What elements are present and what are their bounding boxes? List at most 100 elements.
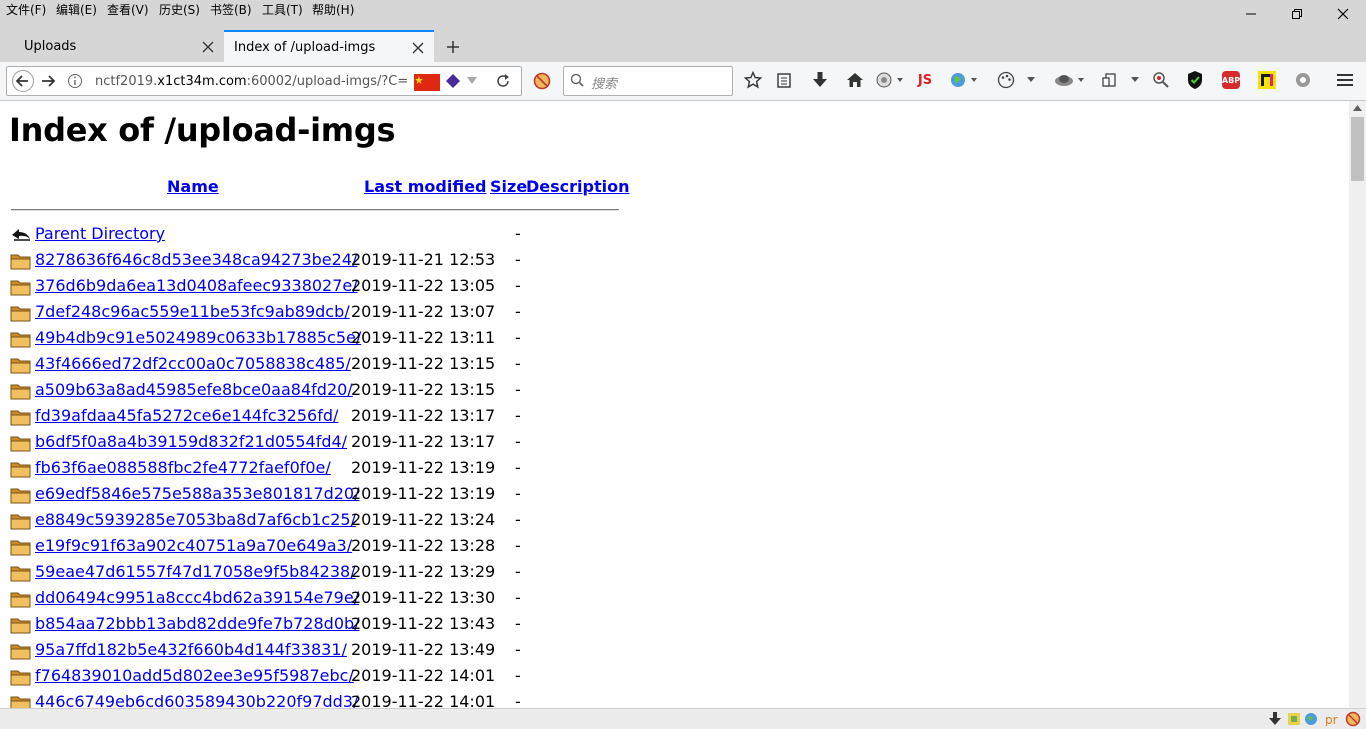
noscript-icon[interactable] xyxy=(533,72,551,90)
directory-row: f764839010add5d802ee3e95f5987ebc/2019-11… xyxy=(0,663,640,689)
menu-file[interactable]: 文件(F) xyxy=(6,3,46,17)
new-tab-icon[interactable] xyxy=(445,39,461,55)
folder-link[interactable]: b854aa72bbb13abd82dde9fe7b728d0b/ xyxy=(35,614,360,633)
pi-ext-button[interactable] xyxy=(1254,68,1280,92)
column-name-link[interactable]: Name xyxy=(167,177,219,196)
menu-edit[interactable]: 编辑(E) xyxy=(56,3,97,17)
vertical-scrollbar[interactable] xyxy=(1349,101,1366,708)
folder-link[interactable]: 95a7ffd182b5e432f660b4d144f33831/ xyxy=(35,640,347,659)
addon-status-icon[interactable] xyxy=(1288,713,1300,725)
folder-link[interactable]: dd06494c9951a8ccc4bd62a39154e79e/ xyxy=(35,588,359,607)
forward-icon[interactable] xyxy=(39,71,59,91)
folder-link[interactable]: fd39afdaa45fa5272ce6e144fc3256fd/ xyxy=(35,406,338,425)
url-dropdown-icon[interactable] xyxy=(467,77,477,85)
column-last-modified-link[interactable]: Last modified xyxy=(364,177,487,196)
noscript-status-icon[interactable] xyxy=(1345,711,1361,727)
tab-label: Index of /upload-imgs xyxy=(234,40,376,55)
directory-row: 59eae47d61557f47d17058e9f5b84238/2019-11… xyxy=(0,559,640,585)
reload-icon[interactable] xyxy=(495,73,511,89)
url-rest: :60002/upload-imgs/?C= xyxy=(246,74,409,89)
folder-link[interactable]: e69edf5846e575e588a353e801817d20/ xyxy=(35,484,360,503)
reading-list-button[interactable] xyxy=(771,68,797,92)
search-box[interactable]: 搜索 xyxy=(563,66,733,96)
scroll-up-icon[interactable] xyxy=(1353,105,1362,111)
scrollbar-thumb[interactable] xyxy=(1351,117,1364,181)
directory-row: b6df5f0a8a4b39159d832f21d0554fd4/2019-11… xyxy=(0,429,640,455)
directory-row: e69edf5846e575e588a353e801817d20/2019-11… xyxy=(0,481,640,507)
page-action-button[interactable] xyxy=(1097,68,1123,92)
adblock-button[interactable]: ABP xyxy=(1218,68,1244,92)
folder-link[interactable]: 376d6b9da6ea13d0408afeec9338027e/ xyxy=(35,276,358,295)
page-title: Index of /upload-imgs xyxy=(9,111,396,149)
menu-view[interactable]: 查看(V) xyxy=(107,3,149,17)
palette-dropdown[interactable] xyxy=(1021,68,1041,92)
folder-link[interactable]: 59eae47d61557f47d17058e9f5b84238/ xyxy=(35,562,356,581)
tab-close-icon[interactable] xyxy=(411,41,425,55)
home-button[interactable] xyxy=(842,68,868,92)
page-action-dropdown[interactable] xyxy=(1125,68,1145,92)
download-status-icon[interactable] xyxy=(1268,712,1282,726)
folder-link[interactable]: 446c6749eb6cd603589430b220f97dd3/ xyxy=(35,692,358,708)
size-cell: - xyxy=(515,224,521,243)
url-bar[interactable]: nctf2019.x1ct34m.com:60002/upload-imgs/?… xyxy=(6,66,522,96)
shield-ext-button[interactable] xyxy=(1182,68,1208,92)
folder-link[interactable]: a509b63a8ad45985efe8bce0aa84fd20/ xyxy=(35,380,353,399)
folder-link[interactable]: fb63f6ae088588fbc2fe4772faef0f0e/ xyxy=(35,458,331,477)
column-size-link[interactable]: Size xyxy=(490,177,527,196)
folder-link[interactable]: 8278636f646c8d53ee348ca94273be24/ xyxy=(35,250,357,269)
last-modified-cell: 2019-11-22 13:24 xyxy=(351,510,496,529)
nav-bar: nctf2019.x1ct34m.com:60002/upload-imgs/?… xyxy=(0,62,1366,101)
folder-link[interactable]: f764839010add5d802ee3e95f5987ebc/ xyxy=(35,666,354,685)
menu-tools[interactable]: 工具(T) xyxy=(262,3,303,17)
last-modified-cell: 2019-11-22 13:19 xyxy=(351,484,496,503)
settings-ext-button[interactable] xyxy=(1290,68,1316,92)
directory-row: e19f9c91f63a902c40751a9a70e649a3/2019-11… xyxy=(0,533,640,559)
pi-icon xyxy=(1258,71,1276,89)
js-toggle-button[interactable]: JS xyxy=(911,68,939,92)
info-icon[interactable] xyxy=(67,73,83,89)
menu-help[interactable]: 帮助(H) xyxy=(312,3,354,17)
directory-row: 49b4db9c91e5024989c0633b17885c5e/2019-11… xyxy=(0,325,640,351)
bookmark-star-button[interactable] xyxy=(740,68,766,92)
ext-menu-button[interactable] xyxy=(1050,68,1088,92)
folder-link[interactable]: 7def248c96ac559e11be53fc9ab89dcb/ xyxy=(35,302,350,321)
folder-link[interactable]: 43f4666ed72df2cc00a0c7058838c485/ xyxy=(35,354,351,373)
folder-icon xyxy=(10,618,31,634)
page-icon xyxy=(1102,73,1116,87)
size-cell: - xyxy=(515,432,521,451)
pr-status-icon[interactable]: pr xyxy=(1324,712,1340,726)
hamburger-menu-button[interactable] xyxy=(1332,68,1358,92)
menu-bookmarks[interactable]: 书签(B) xyxy=(210,3,252,17)
directory-row: fb63f6ae088588fbc2fe4772faef0f0e/2019-11… xyxy=(0,455,640,481)
chevron-down-icon xyxy=(1027,77,1035,82)
last-modified-cell: 2019-11-22 13:29 xyxy=(351,562,496,581)
parent-directory-link[interactable]: Parent Directory xyxy=(35,224,165,243)
menu-history[interactable]: 历史(S) xyxy=(159,3,200,17)
last-modified-cell: 2019-11-22 13:17 xyxy=(351,406,496,425)
tab-close-icon[interactable] xyxy=(201,40,215,54)
folder-link[interactable]: e8849c5939285e7053ba8d7af6cb1c25/ xyxy=(35,510,356,529)
globe-status-icon[interactable] xyxy=(1304,712,1318,726)
back-icon[interactable] xyxy=(11,70,35,92)
tab-uploads[interactable]: Uploads xyxy=(0,32,224,62)
size-cell: - xyxy=(515,302,521,321)
extension-diamond-icon[interactable] xyxy=(445,73,461,89)
proxy-globe-icon xyxy=(951,73,977,87)
folder-icon xyxy=(10,306,31,322)
downloads-button[interactable] xyxy=(807,68,833,92)
proxy-menu-button[interactable] xyxy=(947,68,981,92)
folder-link[interactable]: e19f9c91f63a902c40751a9a70e649a3/ xyxy=(35,536,352,555)
url-host: x1ct34m.com xyxy=(157,74,247,89)
column-description-link[interactable]: Description xyxy=(526,177,629,196)
folder-link[interactable]: 49b4db9c91e5024989c0633b17885c5e/ xyxy=(35,328,361,347)
folder-link[interactable]: b6df5f0a8a4b39159d832f21d0554fd4/ xyxy=(35,432,347,451)
folder-icon xyxy=(10,410,31,426)
palette-button[interactable] xyxy=(993,68,1019,92)
tab-index-upload-imgs[interactable]: Index of /upload-imgs xyxy=(224,30,434,64)
url-text[interactable]: nctf2019.x1ct34m.com:60002/upload-imgs/?… xyxy=(95,74,413,89)
home-icon xyxy=(847,73,863,87)
last-modified-cell: 2019-11-22 13:49 xyxy=(351,640,496,659)
status-bar: pr xyxy=(0,708,1366,729)
globe-menu-button[interactable] xyxy=(873,68,907,92)
hackbar-button[interactable] xyxy=(1148,68,1174,92)
